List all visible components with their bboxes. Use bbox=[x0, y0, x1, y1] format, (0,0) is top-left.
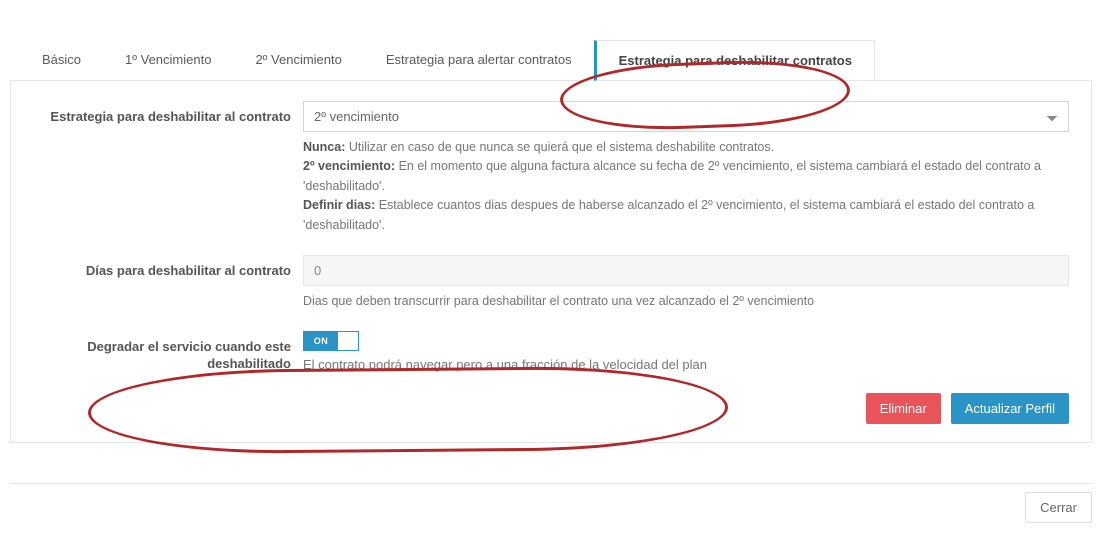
tab-1-vencimiento[interactable]: 1º Vencimiento bbox=[103, 40, 233, 81]
cerrar-button[interactable]: Cerrar bbox=[1025, 492, 1092, 523]
tab-2-vencimiento[interactable]: 2º Vencimiento bbox=[233, 40, 363, 81]
toggle-knob bbox=[338, 332, 358, 350]
tab-estrategia-alertar[interactable]: Estrategia para alertar contratos bbox=[364, 40, 594, 81]
degradar-help: El contrato podrá navegar pero a una fra… bbox=[303, 357, 1069, 372]
estrategia-label: Estrategia para deshabilitar al contrato bbox=[33, 101, 303, 235]
dias-help: Dias que deben transcurrir para deshabil… bbox=[303, 292, 1069, 311]
action-bar: Eliminar Actualizar Perfil bbox=[33, 379, 1069, 424]
dias-label: Días para deshabilitar al contrato bbox=[33, 255, 303, 311]
actualizar-perfil-button[interactable]: Actualizar Perfil bbox=[951, 393, 1069, 424]
tab-bar: Básico 1º Vencimiento 2º Vencimiento Est… bbox=[20, 40, 1092, 81]
degradar-toggle[interactable]: ON bbox=[303, 331, 359, 351]
tab-basico[interactable]: Básico bbox=[20, 40, 103, 81]
dias-input[interactable] bbox=[303, 255, 1069, 286]
tab-panel: Estrategia para deshabilitar al contrato… bbox=[10, 80, 1092, 443]
toggle-on-label: ON bbox=[304, 332, 338, 350]
tab-estrategia-deshabilitar[interactable]: Estrategia para deshabilitar contratos bbox=[594, 40, 875, 81]
degradar-label: Degradar el servicio cuando este deshabi… bbox=[33, 331, 303, 373]
estrategia-help: Nunca: Utilizar en caso de que nunca se … bbox=[303, 138, 1069, 235]
footer-bar: Cerrar bbox=[10, 483, 1092, 527]
eliminar-button[interactable]: Eliminar bbox=[866, 393, 941, 424]
estrategia-select[interactable]: 2º vencimiento bbox=[303, 101, 1069, 132]
